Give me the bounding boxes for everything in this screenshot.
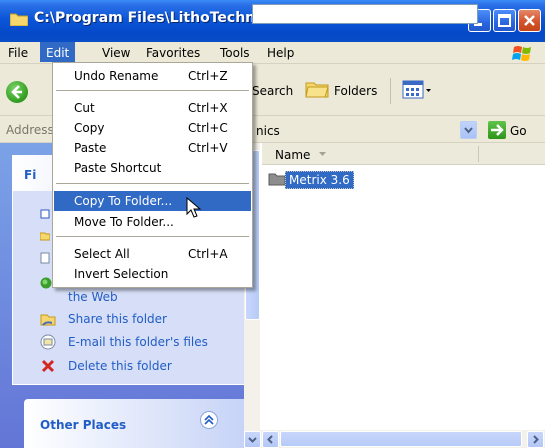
sort-arrow-icon bbox=[319, 152, 326, 156]
menu-separator bbox=[56, 183, 249, 184]
toolbar-separator bbox=[390, 78, 391, 104]
menu-separator bbox=[56, 90, 249, 91]
chevron-right-icon bbox=[533, 435, 539, 444]
back-arrow-icon bbox=[11, 85, 22, 99]
menu-item-label: Invert Selection bbox=[74, 267, 169, 281]
chevron-down-icon bbox=[464, 127, 473, 134]
menu-help[interactable]: Help bbox=[261, 45, 300, 61]
menu-view[interactable]: View bbox=[96, 45, 136, 61]
column-name-header[interactable]: Name bbox=[275, 148, 310, 162]
task-link-share[interactable]: Share this folder bbox=[68, 312, 167, 326]
move-icon bbox=[40, 232, 50, 241]
menu-item-shortcut: Ctrl+X bbox=[188, 101, 228, 115]
close-button[interactable] bbox=[518, 9, 541, 32]
windows-logo-icon bbox=[512, 46, 531, 61]
address-value: nics bbox=[256, 124, 280, 138]
menu-item-label: Copy To Folder... bbox=[74, 194, 173, 208]
task-link-email[interactable]: E-mail this folder's files bbox=[68, 335, 208, 349]
menu-item-label: Move To Folder... bbox=[74, 215, 174, 229]
share-icon bbox=[40, 314, 56, 326]
folders-button[interactable]: Folders bbox=[334, 84, 377, 98]
search-button[interactable]: Search bbox=[252, 84, 293, 98]
publish-icon bbox=[40, 277, 52, 289]
menu-tools[interactable]: Tools bbox=[214, 45, 256, 61]
panel-title: Fi bbox=[24, 168, 37, 182]
menu-item-label: Paste Shortcut bbox=[74, 161, 162, 175]
delete-icon bbox=[41, 359, 55, 373]
copy-icon bbox=[40, 252, 50, 264]
menu-item-cut[interactable]: Cut Ctrl+X bbox=[54, 98, 251, 118]
maximize-icon bbox=[498, 14, 511, 27]
menu-item-copy[interactable]: Copy Ctrl+C bbox=[54, 118, 251, 138]
menu-item-label: Cut bbox=[74, 101, 95, 115]
menu-item-label: Undo Rename bbox=[74, 69, 159, 83]
scroll-down-button[interactable] bbox=[244, 431, 261, 448]
collapse-button[interactable] bbox=[200, 411, 218, 429]
folder-icon bbox=[10, 13, 28, 26]
scroll-right-button[interactable] bbox=[527, 431, 544, 448]
menu-favorites[interactable]: Favorites bbox=[140, 45, 206, 61]
chevron-left-icon bbox=[267, 435, 273, 444]
folder-icon bbox=[268, 173, 286, 186]
task-link-delete[interactable]: Delete this folder bbox=[68, 359, 172, 373]
go-arrow-icon bbox=[491, 124, 504, 136]
window-title: C:\Program Files\LithoTechnics bbox=[34, 10, 277, 26]
back-button[interactable] bbox=[6, 81, 28, 103]
go-label[interactable]: Go bbox=[510, 124, 527, 138]
column-separator[interactable] bbox=[478, 146, 479, 162]
menu-edit[interactable]: Edit bbox=[40, 42, 76, 62]
menu-item-move-to-folder[interactable]: Move To Folder... bbox=[54, 212, 251, 232]
scroll-left-button[interactable] bbox=[262, 431, 279, 448]
edit-menu: Undo Rename Ctrl+Z Cut Ctrl+X Copy Ctrl+… bbox=[52, 62, 253, 288]
file-item-metrix[interactable]: Metrix 3.6 bbox=[285, 171, 354, 189]
menu-item-label: Paste bbox=[74, 141, 107, 155]
menu-item-paste[interactable]: Paste Ctrl+V bbox=[54, 138, 251, 158]
task-link-publish[interactable]: the Web bbox=[68, 290, 118, 304]
menu-item-label: Select All bbox=[74, 247, 130, 261]
address-dropdown[interactable] bbox=[460, 121, 477, 139]
other-places-title: Other Places bbox=[40, 418, 127, 432]
menu-bar: File Edit View Favorites Tools Help bbox=[0, 42, 545, 64]
close-icon bbox=[524, 15, 535, 26]
menu-item-invert-selection[interactable]: Invert Selection bbox=[54, 264, 251, 284]
menu-item-shortcut: Ctrl+A bbox=[188, 247, 228, 261]
menu-item-copy-to-folder[interactable]: Copy To Folder... bbox=[54, 191, 251, 211]
views-icon[interactable] bbox=[402, 79, 432, 101]
chevron-up-icon bbox=[204, 414, 214, 425]
go-button[interactable] bbox=[488, 121, 506, 139]
menu-item-shortcut: Ctrl+Z bbox=[188, 69, 228, 83]
email-icon bbox=[40, 334, 56, 350]
menu-item-label: Copy bbox=[74, 121, 105, 135]
menu-item-undo-rename[interactable]: Undo Rename Ctrl+Z bbox=[54, 66, 251, 86]
address-label: Address bbox=[6, 123, 54, 137]
menu-item-shortcut: Ctrl+V bbox=[188, 141, 228, 155]
mouse-pointer-icon bbox=[186, 197, 202, 218]
menu-separator bbox=[56, 236, 249, 237]
chevron-down-icon bbox=[248, 437, 257, 443]
menu-item-paste-shortcut[interactable]: Paste Shortcut bbox=[54, 158, 251, 178]
menu-item-select-all[interactable]: Select All Ctrl+A bbox=[54, 244, 251, 264]
maximize-button[interactable] bbox=[493, 9, 516, 32]
address-input[interactable] bbox=[252, 4, 478, 24]
folders-icon bbox=[305, 82, 329, 98]
rename-icon bbox=[40, 209, 50, 219]
menu-item-shortcut: Ctrl+C bbox=[188, 121, 228, 135]
horizontal-scroll-thumb[interactable] bbox=[280, 431, 522, 447]
menu-file[interactable]: File bbox=[2, 45, 34, 61]
